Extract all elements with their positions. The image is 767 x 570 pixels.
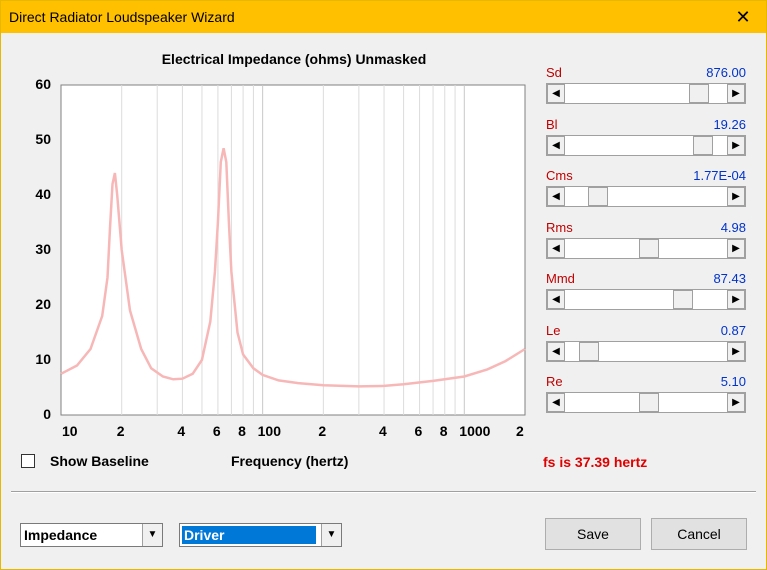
chart-title: Electrical Impedance (ohms) Unmasked <box>161 51 427 67</box>
x-tick-label: 100 <box>257 423 281 439</box>
slider-thumb[interactable] <box>638 393 659 412</box>
x-tick-label: 1000 <box>459 423 491 439</box>
show-baseline-checkbox[interactable] <box>21 454 35 468</box>
param-slider[interactable]: ◀ ▶ <box>546 134 746 156</box>
param-value: 87.43 <box>713 271 746 286</box>
param-name: Bl <box>546 116 558 132</box>
y-tick-label: 40 <box>35 186 51 202</box>
param-slider[interactable]: ◀ ▶ <box>546 237 746 259</box>
param-value: 5.10 <box>720 374 746 389</box>
divider <box>11 491 756 493</box>
window-title: Direct Radiator Loudspeaker Wizard <box>9 9 235 25</box>
fs-readout: fs is 37.39 hertz <box>543 454 648 470</box>
y-tick-label: 30 <box>35 241 51 257</box>
x-tick-label: 2 <box>116 423 125 439</box>
param-value: 4.98 <box>720 219 746 235</box>
param-name: Mmd <box>546 271 575 286</box>
param-slider[interactable]: ◀ ▶ <box>546 340 746 362</box>
param-name: Re <box>546 374 563 389</box>
arrow-left-icon[interactable]: ◀ <box>547 84 565 103</box>
y-tick-label: 50 <box>35 131 51 147</box>
view-select-value: Impedance <box>24 527 98 543</box>
slider-thumb[interactable] <box>638 238 659 258</box>
param-name: Cms <box>546 168 573 183</box>
wizard-window: Direct Radiator Loudspeaker Wizard ✕ Ele… <box>0 0 767 570</box>
save-button[interactable]: Save <box>545 518 641 550</box>
arrow-right-icon[interactable]: ▶ <box>727 290 745 309</box>
param-name: Rms <box>546 219 573 235</box>
source-select-value: Driver <box>182 526 316 544</box>
chevron-down-icon[interactable]: ▼ <box>321 524 341 546</box>
arrow-left-icon[interactable]: ◀ <box>547 393 565 412</box>
arrow-left-icon[interactable]: ◀ <box>547 238 565 258</box>
param-value: 0.87 <box>720 322 746 338</box>
slider-thumb[interactable] <box>579 341 600 361</box>
slider-thumb[interactable] <box>587 187 608 206</box>
arrow-right-icon[interactable]: ▶ <box>727 393 745 412</box>
impedance-chart <box>60 84 526 416</box>
x-tick-label: 4 <box>177 423 186 439</box>
x-tick-label: 6 <box>212 423 221 439</box>
x-tick-label: 2 <box>516 423 524 439</box>
source-select[interactable]: Driver ▼ <box>179 523 342 547</box>
close-icon[interactable]: ✕ <box>720 1 766 33</box>
arrow-right-icon[interactable]: ▶ <box>727 84 745 103</box>
param-value: 876.00 <box>706 65 746 80</box>
param-slider[interactable]: ◀ ▶ <box>546 392 746 413</box>
arrow-right-icon[interactable]: ▶ <box>727 187 745 206</box>
x-tick-label: 6 <box>414 423 423 439</box>
y-tick-label: 0 <box>43 406 51 422</box>
param-value: 19.26 <box>713 116 746 132</box>
x-tick-label: 8 <box>439 423 448 439</box>
arrow-left-icon[interactable]: ◀ <box>547 341 565 361</box>
x-tick-label: 8 <box>238 423 246 439</box>
param-slider[interactable]: ◀ ▶ <box>546 83 746 104</box>
arrow-right-icon[interactable]: ▶ <box>727 341 745 361</box>
param-slider[interactable]: ◀ ▶ <box>546 186 746 207</box>
x-tick-label: 10 <box>62 423 78 439</box>
arrow-left-icon[interactable]: ◀ <box>547 187 565 206</box>
arrow-left-icon[interactable]: ◀ <box>547 135 565 155</box>
chevron-down-icon[interactable]: ▼ <box>142 524 162 546</box>
view-select[interactable]: Impedance ▼ <box>20 523 163 547</box>
arrow-left-icon[interactable]: ◀ <box>547 290 565 309</box>
title-bar[interactable]: Direct Radiator Loudspeaker Wizard ✕ <box>1 1 766 33</box>
x-axis-label: Frequency (hertz) <box>231 453 349 469</box>
y-tick-label: 20 <box>35 296 51 312</box>
y-tick-label: 10 <box>35 351 51 367</box>
param-name: Le <box>546 322 561 338</box>
slider-thumb[interactable] <box>688 84 709 103</box>
x-tick-label: 2 <box>318 423 327 439</box>
param-value: 1.77E-04 <box>693 168 746 183</box>
param-name: Sd <box>546 65 562 80</box>
cancel-button[interactable]: Cancel <box>651 518 747 550</box>
arrow-right-icon[interactable]: ▶ <box>727 238 745 258</box>
x-tick-label: 4 <box>379 423 387 439</box>
param-slider[interactable]: ◀ ▶ <box>546 289 746 310</box>
slider-thumb[interactable] <box>692 135 713 155</box>
y-tick-label: 60 <box>35 76 51 92</box>
show-baseline-label[interactable]: Show Baseline <box>50 453 149 469</box>
arrow-right-icon[interactable]: ▶ <box>727 135 745 155</box>
slider-thumb[interactable] <box>672 290 693 309</box>
